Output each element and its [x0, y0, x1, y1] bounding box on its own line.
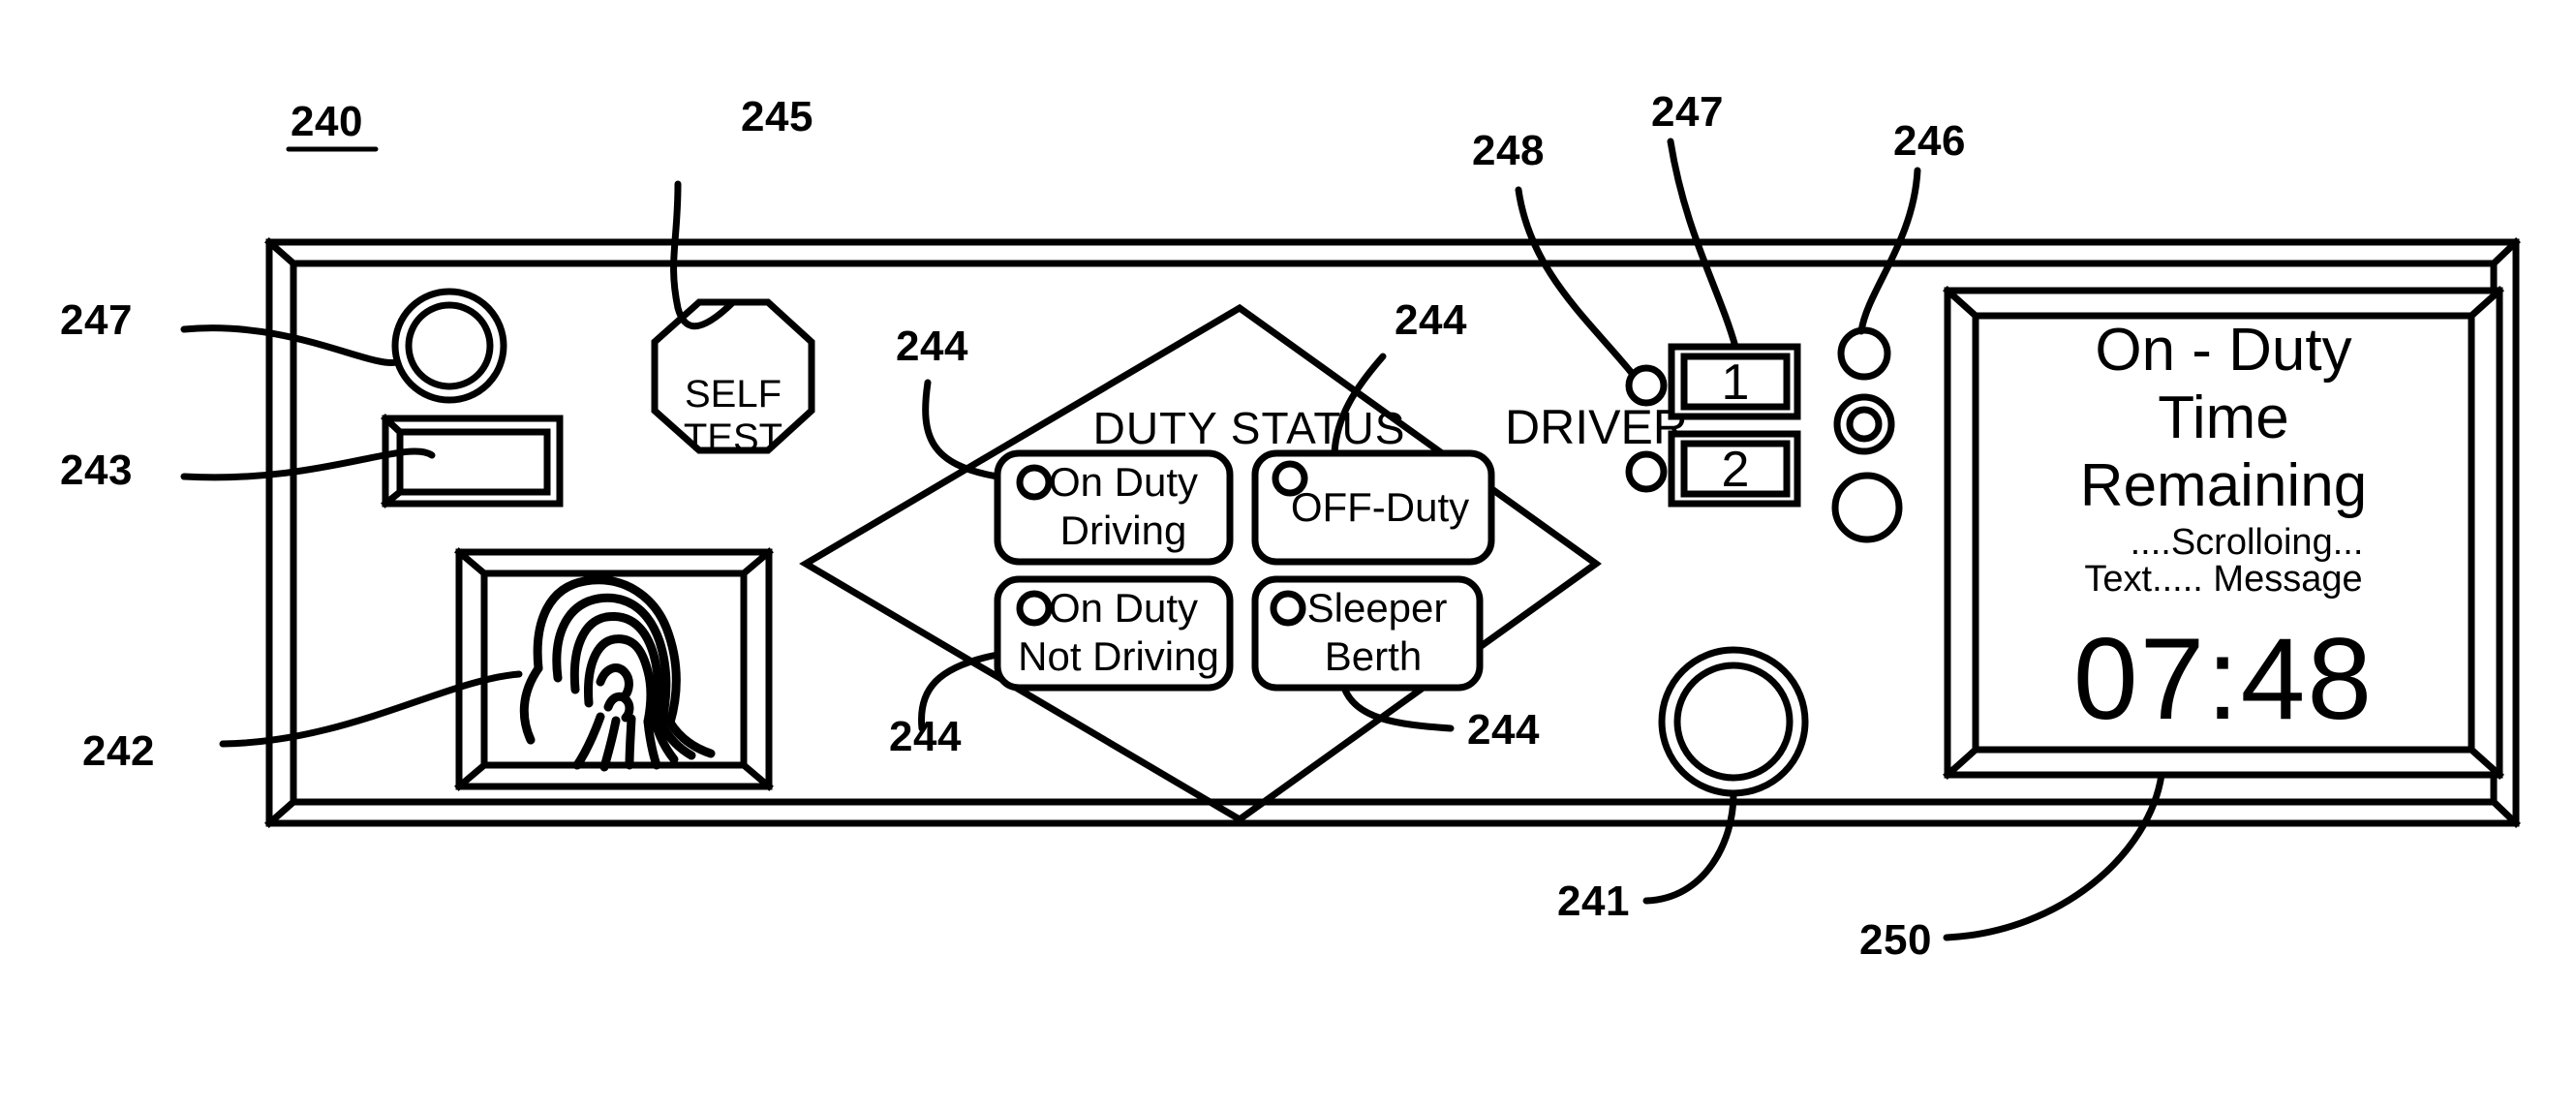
driver-1-led — [1625, 364, 1668, 407]
duty-button-sleeper-berth-led — [1270, 590, 1306, 627]
card-slot-opening[interactable] — [396, 428, 551, 496]
self-test-label-line2: TEST — [684, 416, 782, 459]
duty-button-on-duty-not-driving[interactable]: On Duty Not Driving — [994, 575, 1234, 692]
indicator-lamp-2-inner — [1846, 406, 1883, 443]
display-time-value: 07:48 — [2073, 614, 2374, 744]
indicator-lamps-246 — [1831, 326, 1903, 543]
indicator-button-inner-ring[interactable] — [405, 301, 494, 390]
duty-button-sleeper-berth-line2: Berth — [1325, 633, 1422, 679]
duty-button-on-duty-not-driving-led — [1016, 590, 1053, 627]
indicator-lamp-1 — [1837, 326, 1891, 381]
duty-button-off-duty-line1: OFF-Duty — [1291, 484, 1469, 530]
ref-244-c: 244 — [889, 713, 962, 760]
ref-242: 242 — [82, 727, 155, 775]
ref-250: 250 — [1859, 916, 1932, 964]
self-test-label-line1: SELF — [685, 373, 782, 416]
duty-button-sleeper-berth-line1: Sleeper — [1307, 585, 1448, 631]
duty-button-on-duty-driving[interactable]: On Duty Driving — [994, 449, 1234, 566]
self-test-button-245[interactable]: SELF TEST — [651, 298, 815, 459]
display-line-3: Remaining — [2080, 452, 2367, 519]
driver-2-button[interactable]: 2 — [1668, 430, 1801, 508]
ref-243: 243 — [60, 447, 133, 494]
ref-247-top: 247 — [1651, 88, 1724, 136]
duty-status-heading: DUTY STATUS — [1093, 403, 1406, 453]
ref-244-b: 244 — [1395, 296, 1467, 344]
patent-figure: SELF TEST DUTY STATUS On Duty Driving OF… — [0, 0, 2576, 1109]
indicator-lamp-3 — [1831, 472, 1903, 543]
display-line-1: On - Duty — [2095, 317, 2351, 384]
duty-button-on-duty-not-driving-line1: On Duty — [1049, 585, 1198, 631]
duty-button-off-duty[interactable]: OFF-Duty — [1251, 449, 1495, 566]
display-scroll-line-2: Text..... Message — [2084, 559, 2362, 600]
duty-button-on-duty-driving-line2: Driving — [1060, 508, 1187, 553]
ref-240: 240 — [291, 98, 363, 145]
rotary-knob-241[interactable] — [1658, 646, 1809, 797]
display-line-2: Time — [2158, 385, 2288, 451]
indicator-button-247[interactable] — [391, 288, 507, 404]
ref-244-a: 244 — [896, 323, 968, 370]
ref-248: 248 — [1472, 127, 1545, 174]
duty-button-sleeper-berth[interactable]: Sleeper Berth — [1251, 575, 1484, 692]
driver-1-button-label: 1 — [1722, 354, 1750, 411]
ref-246: 246 — [1893, 117, 1966, 165]
ref-245: 245 — [741, 93, 813, 140]
duty-button-on-duty-driving-led — [1016, 464, 1053, 501]
driver-2-led — [1625, 450, 1668, 493]
duty-button-on-duty-driving-line1: On Duty — [1049, 459, 1198, 505]
lcd-display-250: On - Duty Time Remaining ....Scrolloing.… — [1943, 286, 2504, 780]
ref-247-left: 247 — [60, 296, 133, 344]
display-scroll-line-1: ....Scrolloing... — [2131, 522, 2364, 563]
card-slot-243[interactable] — [381, 414, 564, 508]
duty-button-on-duty-not-driving-line2: Not Driving — [1018, 633, 1219, 679]
figure-canvas: SELF TEST DUTY STATUS On Duty Driving OF… — [60, 88, 2521, 964]
ref-244-d: 244 — [1467, 706, 1540, 754]
driver-label: DRIVER — [1505, 400, 1688, 454]
driver-2-button-label: 2 — [1722, 442, 1750, 498]
fingerprint-scanner-242[interactable] — [454, 547, 774, 791]
rotary-knob-inner-ring[interactable] — [1673, 662, 1794, 782]
ref-241: 241 — [1557, 878, 1630, 925]
driver-1-button[interactable]: 1 — [1668, 343, 1801, 420]
